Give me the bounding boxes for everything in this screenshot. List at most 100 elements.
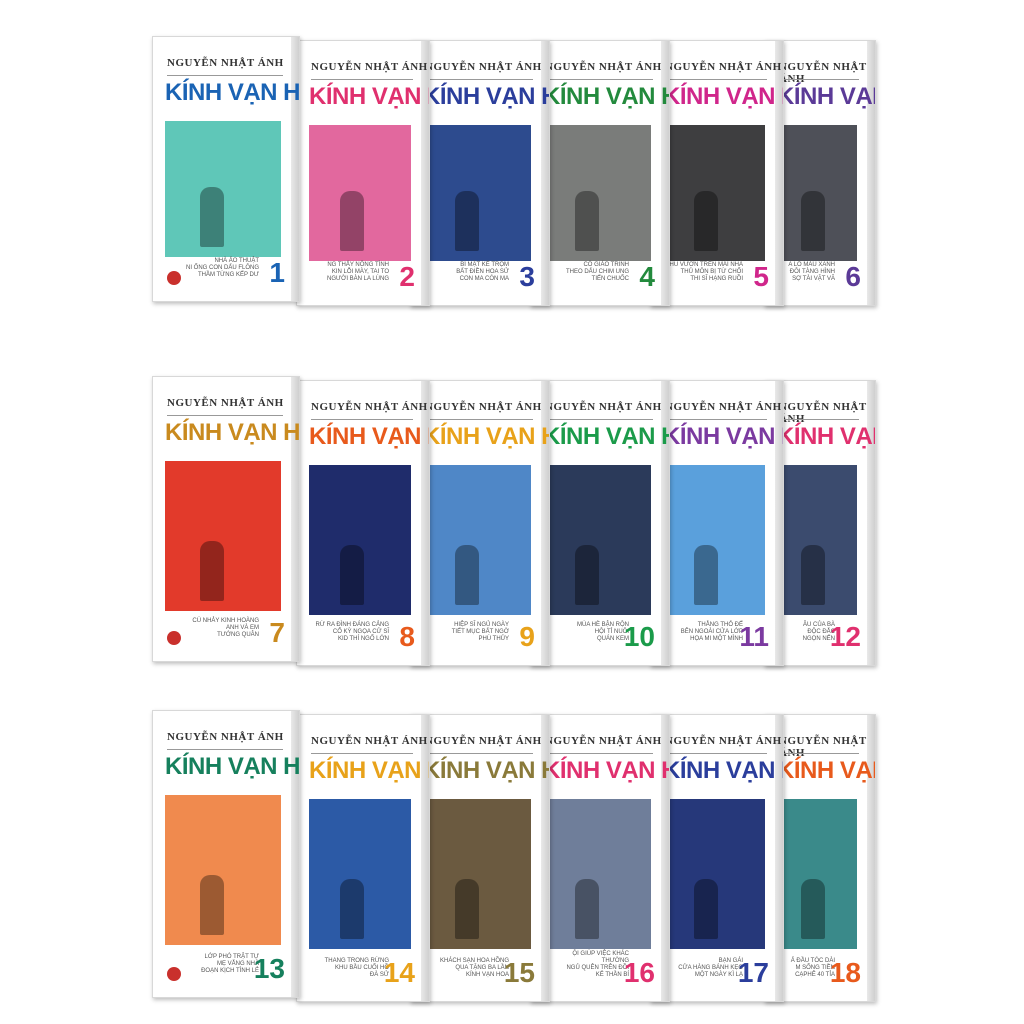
divider	[779, 79, 859, 80]
divider	[425, 79, 533, 80]
series-title: KÍNH VẠN HOA	[663, 757, 783, 784]
night-moon-icon	[455, 191, 480, 251]
divider	[167, 415, 283, 416]
author-name: NGUYỄN NHẬT ÁNH	[779, 401, 867, 425]
dark-scene-icon	[801, 191, 825, 251]
cover-illustration	[423, 799, 531, 949]
series-title: KÍNH VẠN HOA	[777, 83, 875, 110]
book-cover-16: NGUYỄN NHẬT ÁNH KÍNH VẠN HOA ỘI GIÚP VIỆC …	[530, 714, 670, 1002]
volume-number: 10	[623, 621, 655, 652]
book-cover-15: NGUYỄN NHẬT ÁNH KÍNH VẠN HOA KHÁCH SẠN HOA…	[410, 714, 550, 1002]
series-title: KÍNH VẠN HOA	[423, 83, 549, 110]
cover-illustration	[663, 799, 765, 949]
book-cover-14: NGUYỄN NHẬT ÁNH KÍNH VẠN HOA THANG TRONG R…	[296, 714, 430, 1002]
story-titles: CÔ GIÁO TRINH THEO DẤU CHIM UNG TIẾN CHU…	[566, 262, 629, 282]
divider	[545, 753, 653, 754]
book-spine	[775, 41, 783, 305]
story-titles: BÍ MẬT KẺ TRỘM BẤT ĐIỀN HOA SỬ CON MA CÓ…	[456, 262, 509, 282]
story-titles: NG THẤY NÔNG TÌNH KIN LỖI MÀY, TAI TO NG…	[327, 262, 389, 282]
book-cover-4: NGUYỄN NHẬT ÁNH KÍNH VẠN HOA CÔ GIÁO TRINH…	[530, 40, 670, 306]
sparkler-child-icon	[575, 545, 600, 605]
series-title: KÍNH VẠN HOA	[663, 423, 783, 450]
divider	[311, 753, 413, 754]
boy-on-hill-icon	[455, 545, 480, 605]
divider	[545, 79, 653, 80]
divider	[167, 749, 283, 750]
series-title: KÍNH VẠN HOA	[309, 757, 429, 784]
book-cover-13: NGUYỄN NHẬT ÁNH KÍNH VẠN HOA LỚP PHÓ TRẬT …	[152, 710, 300, 998]
book-cover-17: NGUYỄN NHẬT ÁNH KÍNH VẠN HOA BẠN GÁI CỬA H…	[650, 714, 784, 1002]
story-titles: THANG TRONG RỪNG KHU BẦU CUỐI HỒ ĐÀ SỬ	[324, 958, 389, 978]
book-cover-3: NGUYỄN NHẬT ÁNH KÍNH VẠN HOA BÍ MẬT KẺ TRỘ…	[410, 40, 550, 306]
divider	[425, 753, 533, 754]
volume-number: 12	[829, 621, 861, 652]
cover-illustration	[309, 465, 411, 615]
volume-number: 8	[399, 621, 415, 652]
stilt-house-icon	[801, 545, 825, 605]
author-name: NGUYỄN NHẬT ÁNH	[665, 401, 782, 413]
child-sitting-icon	[693, 191, 718, 251]
divider	[167, 75, 283, 76]
cover-illustration	[777, 125, 857, 261]
book-cover-1: NGUYỄN NHẬT ÁNH KÍNH VẠN HOA NHÀ ẢO THUẬT …	[152, 36, 300, 302]
story-titles: NHÀ ẢO THUẬT NI ỐNG CON DẤU FLÔNG THẦM T…	[185, 258, 259, 278]
book-spine	[661, 41, 669, 305]
cover-illustration	[309, 125, 411, 261]
volume-number: 11	[739, 621, 769, 652]
author-name: NGUYỄN NHẬT ÁNH	[311, 401, 428, 413]
volume-number: 16	[623, 957, 655, 988]
book-cover-2: NGUYỄN NHẬT ÁNH KÍNH VẠN HOA NG THẤY NÔNG …	[296, 40, 430, 306]
series-title: KÍNH VẠN HOA	[165, 79, 300, 106]
cover-illustration	[543, 465, 651, 615]
volume-number: 2	[399, 261, 415, 292]
divider	[779, 753, 859, 754]
author-name: NGUYỄN NHẬT ÁNH	[167, 57, 284, 69]
series-title: KÍNH VẠN HOA	[777, 423, 875, 450]
cover-illustration	[423, 465, 531, 615]
series-title: KÍNH VẠN HOA	[309, 83, 429, 110]
series-title: KÍNH VẠN HOA	[165, 753, 300, 780]
book-spine	[541, 41, 549, 305]
volume-number: 5	[753, 261, 769, 292]
story-titles: RỪ RA ĐÌNH ĐÁNG CẢNG CỔ KỲ NGỌA CỬ SĨ KI…	[315, 622, 389, 642]
volume-number: 15	[503, 957, 535, 988]
story-titles: ỘI GIÚP VIỆC KHÁC THƯỜNG NGỦ QUÊN TRÊN Đ…	[566, 951, 629, 978]
series-title: KÍNH VẠN HOA	[777, 757, 875, 784]
story-titles: LỚP PHÓ TRẬT TỰ MẸ VẮNG NHÀ ĐOẠN KỊCH TÌ…	[201, 954, 259, 974]
volume-number: 7	[269, 617, 285, 648]
story-titles: CÚ NHẢY KINH HOÀNG ANH VÀ EM TƯỚNG QUÂN	[192, 618, 259, 638]
people-group-icon	[339, 191, 364, 251]
divider	[779, 419, 859, 420]
girl-sitting-icon	[801, 879, 825, 939]
volume-number: 3	[519, 261, 535, 292]
series-title: KÍNH VẠN HOA	[663, 83, 783, 110]
volume-number: 13	[253, 953, 285, 984]
author-name: NGUYỄN NHẬT ÁNH	[425, 401, 542, 413]
divider	[311, 419, 413, 420]
book-cover-11: NGUYỄN NHẬT ÁNH KÍNH VẠN HOA THẰNG THỎ ĐẾ …	[650, 380, 784, 666]
book-cover-7: NGUYỄN NHẬT ÁNH KÍNH VẠN HOA CÚ NHẢY KINH …	[152, 376, 300, 662]
book-spine	[421, 41, 429, 305]
series-title: KÍNH VẠN HOA	[543, 423, 669, 450]
story-titles: HIỆP SĨ NGỦ NGÀY TIẾT MỤC BẤT NGỜ PHÙ TH…	[451, 622, 509, 642]
general-warrior-icon	[199, 541, 224, 601]
story-titles: KHÁCH SẠN HOA HỒNG QUA TẶNG BA LẦN KÍNH …	[439, 958, 509, 978]
story-titles: BẠN GÁI CỬA HÀNG BÁNH KẸO MỘT NGÀY KÌ LẠ	[678, 958, 743, 978]
author-name: NGUYỄN NHẬT ÁNH	[545, 61, 662, 73]
cover-illustration	[543, 125, 651, 261]
boys-standing-icon	[575, 191, 600, 251]
publisher-logo-icon	[167, 967, 181, 981]
series-title: KÍNH VẠN HOA	[423, 423, 549, 450]
author-name: NGUYỄN NHẬT ÁNH	[311, 61, 428, 73]
cover-illustration	[423, 125, 531, 261]
window-lamp-icon	[693, 879, 718, 939]
cover-illustration	[777, 465, 857, 615]
cover-illustration	[543, 799, 651, 949]
author-name: NGUYỄN NHẬT ÁNH	[545, 401, 662, 413]
author-name: NGUYỄN NHẬT ÁNH	[779, 735, 867, 759]
series-title: KÍNH VẠN HOA	[543, 757, 669, 784]
author-name: NGUYỄN NHẬT ÁNH	[545, 735, 662, 747]
cover-illustration	[777, 799, 857, 949]
wave-rider-icon	[575, 879, 600, 939]
cover-illustration	[165, 461, 281, 611]
